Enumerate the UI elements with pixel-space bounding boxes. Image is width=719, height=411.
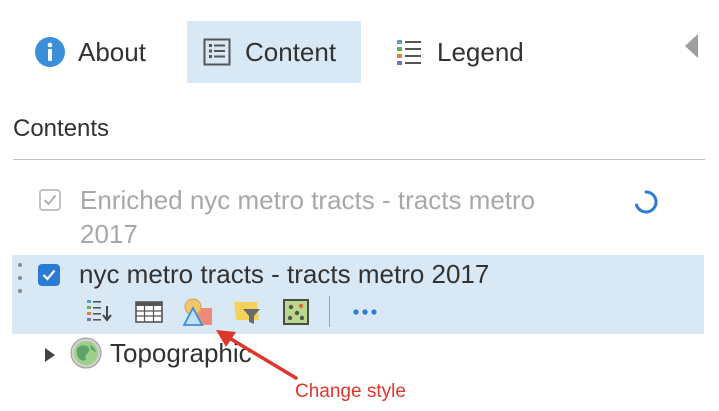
tab-legend[interactable]: Legend (393, 21, 524, 83)
loading-spinner-icon (635, 190, 658, 214)
divider (13, 159, 705, 160)
layer-visibility-checkbox[interactable] (39, 189, 61, 211)
change-style-button[interactable] (182, 296, 214, 328)
table-icon (135, 301, 163, 323)
info-icon (34, 36, 66, 68)
collapse-panel-icon[interactable] (684, 33, 700, 59)
checkmark-icon (43, 194, 57, 206)
show-table-button[interactable] (133, 296, 165, 328)
content-list-icon (201, 36, 233, 68)
contents-heading: Contents (13, 115, 110, 142)
show-legend-icon (87, 300, 112, 322)
tab-about-label: About (78, 36, 146, 67)
drag-handle-icon[interactable] (17, 261, 23, 295)
show-legend-button[interactable] (84, 296, 116, 328)
content-panel: About Content Legend Contents Enriched n… (0, 0, 719, 411)
more-options-icon (353, 309, 377, 315)
checkmark-icon (42, 269, 56, 281)
legend-icon (393, 36, 425, 68)
tab-about[interactable]: About (34, 21, 146, 83)
tab-content-label: Content (245, 36, 337, 67)
layer-title[interactable]: nyc metro tracts - tracts metro 2017 (79, 257, 489, 291)
layer-visibility-checkbox[interactable] (38, 264, 60, 286)
tab-content[interactable]: Content (187, 21, 361, 83)
more-options-button[interactable] (349, 296, 381, 328)
toolbar-separator (329, 296, 330, 327)
globe-icon (70, 337, 102, 369)
filter-icon (234, 302, 260, 324)
tab-legend-label: Legend (437, 36, 524, 67)
layer-title[interactable]: Enriched nyc metro tracts - tracts metro… (80, 183, 600, 251)
expand-caret-icon[interactable] (44, 347, 56, 363)
perform-analysis-button[interactable] (280, 296, 312, 328)
filter-button[interactable] (231, 296, 263, 328)
annotation-arrow (216, 330, 298, 380)
change-style-icon (182, 298, 212, 326)
analysis-icon (283, 299, 309, 325)
annotation-label: Change style (295, 381, 406, 402)
